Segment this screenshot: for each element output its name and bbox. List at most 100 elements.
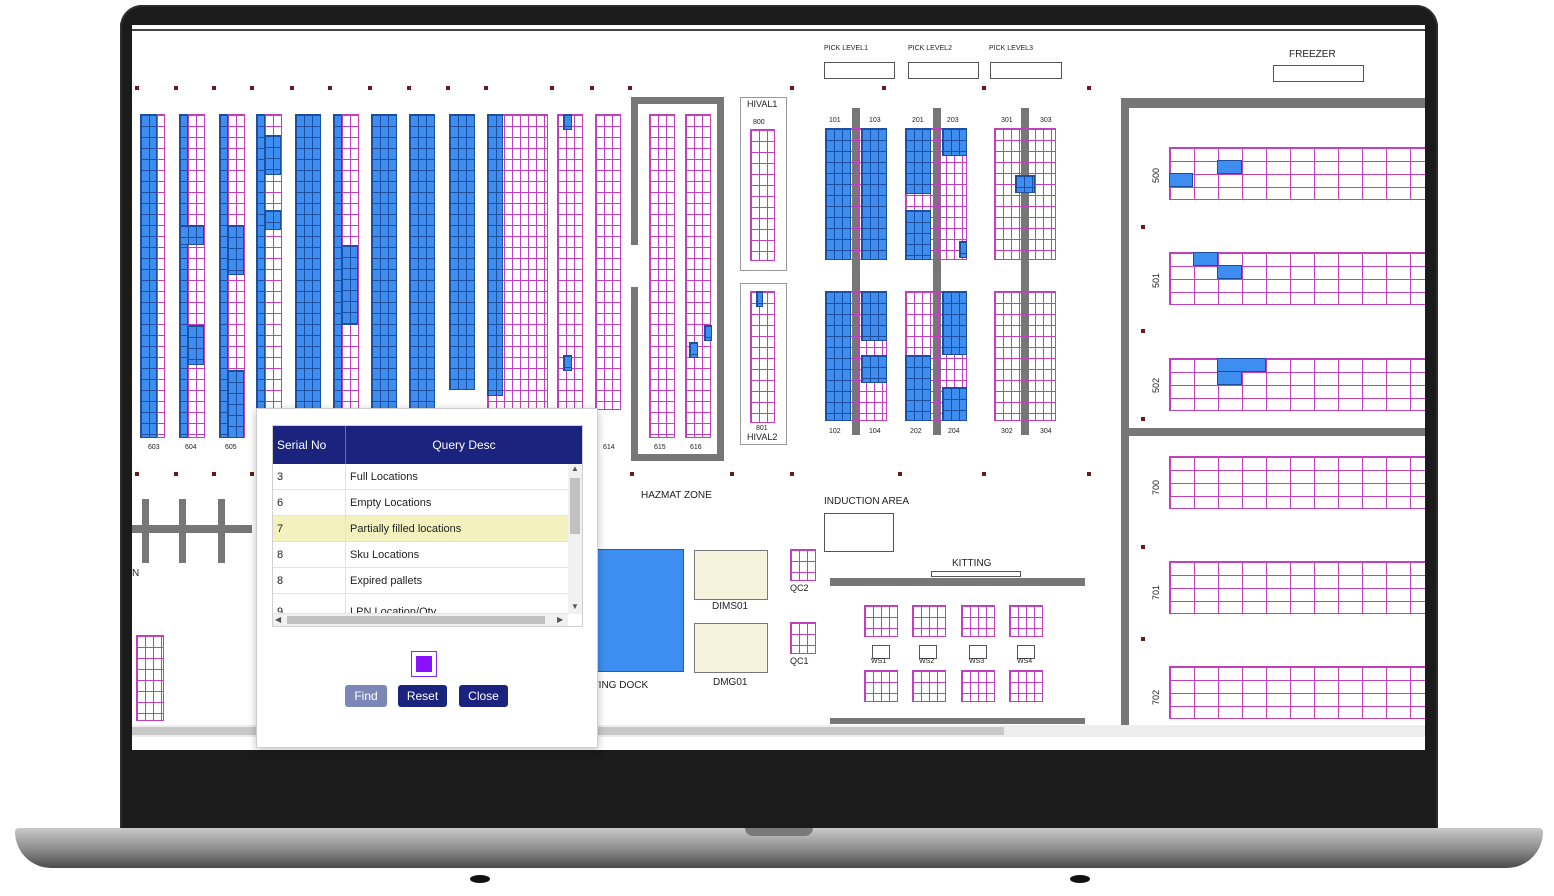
rack-occupied xyxy=(825,128,851,260)
freezer-zone[interactable] xyxy=(1273,65,1364,82)
rack-203-label: 203 xyxy=(947,117,959,124)
column-marker xyxy=(135,472,139,476)
induction-area-label: INDUCTION AREA xyxy=(824,496,910,507)
rack-row-700[interactable] xyxy=(1169,456,1425,509)
ws2-station[interactable] xyxy=(919,645,937,659)
pick-level3-label: PICK LEVEL3 xyxy=(989,45,1033,52)
column-marker xyxy=(174,472,178,476)
ws4-top-rack[interactable] xyxy=(1009,605,1043,637)
scroll-right-icon[interactable]: ▶ xyxy=(557,615,563,624)
ws4-label: WS4 xyxy=(1017,658,1033,665)
kitting-label: KITTING xyxy=(952,558,992,569)
rack-occupied xyxy=(264,135,281,175)
table-row[interactable]: 6 Empty Locations xyxy=(273,490,568,516)
right-zone-wall xyxy=(1129,428,1425,436)
ws1-station[interactable] xyxy=(872,645,890,659)
rack-row-701[interactable] xyxy=(1169,561,1425,614)
pick-level2-zone[interactable] xyxy=(908,62,979,79)
aisle-604: 604 xyxy=(185,444,197,451)
ws4-station[interactable] xyxy=(1017,645,1035,659)
rack-row-502[interactable] xyxy=(1169,358,1425,411)
scroll-left-icon[interactable]: ◀ xyxy=(275,615,281,624)
ws3-station[interactable] xyxy=(969,645,987,659)
ws2-bottom-rack[interactable] xyxy=(912,670,946,702)
close-button[interactable]: Close xyxy=(459,685,508,707)
rack-bottom-left[interactable] xyxy=(136,635,164,721)
rack-302-304[interactable] xyxy=(994,291,1056,421)
cell-desc: Expired pallets xyxy=(350,575,423,587)
rack-801[interactable] xyxy=(750,291,775,423)
col-serial-header[interactable]: Serial No xyxy=(273,426,346,464)
kitting-table[interactable] xyxy=(931,571,1021,577)
rack-occupied xyxy=(179,225,204,245)
freezer-label: FREEZER xyxy=(1289,49,1336,60)
rack-occupied xyxy=(409,114,435,438)
row-500-label: 500 xyxy=(1151,167,1161,183)
query-dialog[interactable]: Serial No Query Desc 3 Full Locations 6 … xyxy=(256,408,598,748)
column-marker xyxy=(174,86,178,90)
table-row[interactable]: 3 Full Locations xyxy=(273,464,568,490)
rack-row-702[interactable] xyxy=(1169,666,1425,719)
column-marker xyxy=(1141,225,1145,229)
rack-row-500[interactable] xyxy=(1169,147,1425,200)
table-row[interactable]: 8 Sku Locations xyxy=(273,542,568,568)
ws1-top-rack[interactable] xyxy=(864,605,898,637)
reset-button[interactable]: Reset xyxy=(398,685,447,707)
aisle-603: 603 xyxy=(148,444,160,451)
rack-204-label: 204 xyxy=(948,428,960,435)
rack-occupied xyxy=(1217,265,1242,279)
rack-occupied xyxy=(861,355,887,383)
column-marker xyxy=(1087,472,1091,476)
laptop-notch xyxy=(745,828,813,836)
table-row-selected[interactable]: 7 Partially filled locations xyxy=(273,516,568,542)
column-marker xyxy=(1141,417,1145,421)
induction-area-zone[interactable] xyxy=(824,513,894,552)
table-row[interactable]: 9 LPN Location/Qty xyxy=(273,594,568,614)
row-700-label: 700 xyxy=(1151,479,1161,495)
rack-occupied xyxy=(942,387,967,421)
ws3-top-rack[interactable] xyxy=(961,605,995,637)
column-marker xyxy=(250,472,254,476)
rack-occupied xyxy=(140,114,157,438)
scroll-down-icon[interactable]: ▼ xyxy=(571,602,579,611)
pick-level1-zone[interactable] xyxy=(824,62,895,79)
rack-occupied xyxy=(295,114,321,438)
pick-level3-zone[interactable] xyxy=(990,62,1062,79)
ws4-bottom-rack[interactable] xyxy=(1009,670,1043,702)
laptop-foot xyxy=(1070,875,1090,883)
column-marker xyxy=(730,472,734,476)
dims01-station[interactable] xyxy=(694,550,768,600)
grid-vscroll-thumb[interactable] xyxy=(570,478,580,534)
conveyor-line xyxy=(132,525,252,533)
ws1-bottom-rack[interactable] xyxy=(864,670,898,702)
rack-800[interactable] xyxy=(750,129,775,261)
dmg01-station[interactable] xyxy=(694,623,768,673)
col-desc-header[interactable]: Query Desc xyxy=(346,426,582,464)
grid-hscroll-thumb[interactable] xyxy=(287,616,545,624)
pick-level2-label: PICK LEVEL2 xyxy=(908,45,952,52)
qc1-station[interactable] xyxy=(790,622,816,654)
grid-horizontal-scrollbar[interactable]: ◀ ▶ xyxy=(273,614,568,626)
rack-301-303[interactable] xyxy=(994,128,1056,260)
right-zone-wall xyxy=(1121,98,1425,108)
query-grid[interactable]: Serial No Query Desc 3 Full Locations 6 … xyxy=(272,425,583,627)
qc2-station[interactable] xyxy=(790,549,816,581)
rack-616[interactable] xyxy=(685,114,711,438)
rack-occupied xyxy=(371,114,397,438)
table-row[interactable]: 8 Expired pallets xyxy=(273,568,568,594)
rack-615[interactable] xyxy=(649,114,675,438)
cell-serial: 7 xyxy=(273,516,346,542)
ws3-bottom-rack[interactable] xyxy=(961,670,995,702)
receiving-dock-area[interactable] xyxy=(594,549,684,672)
receiving-dock-label: VING DOCK xyxy=(592,680,649,691)
find-button[interactable]: Find xyxy=(345,685,387,707)
rack-104-label: 104 xyxy=(869,428,881,435)
hival-800-label: 800 xyxy=(753,119,765,126)
ws2-top-rack[interactable] xyxy=(912,605,946,637)
rack-614[interactable] xyxy=(595,114,621,410)
grid-vertical-scrollbar[interactable]: ▲ ▼ xyxy=(568,464,582,614)
color-picker[interactable] xyxy=(411,651,437,677)
aisle-605: 605 xyxy=(225,444,237,451)
scroll-up-icon[interactable]: ▲ xyxy=(571,464,579,473)
hazmat-zone-label: HAZMAT ZONE xyxy=(641,490,712,501)
